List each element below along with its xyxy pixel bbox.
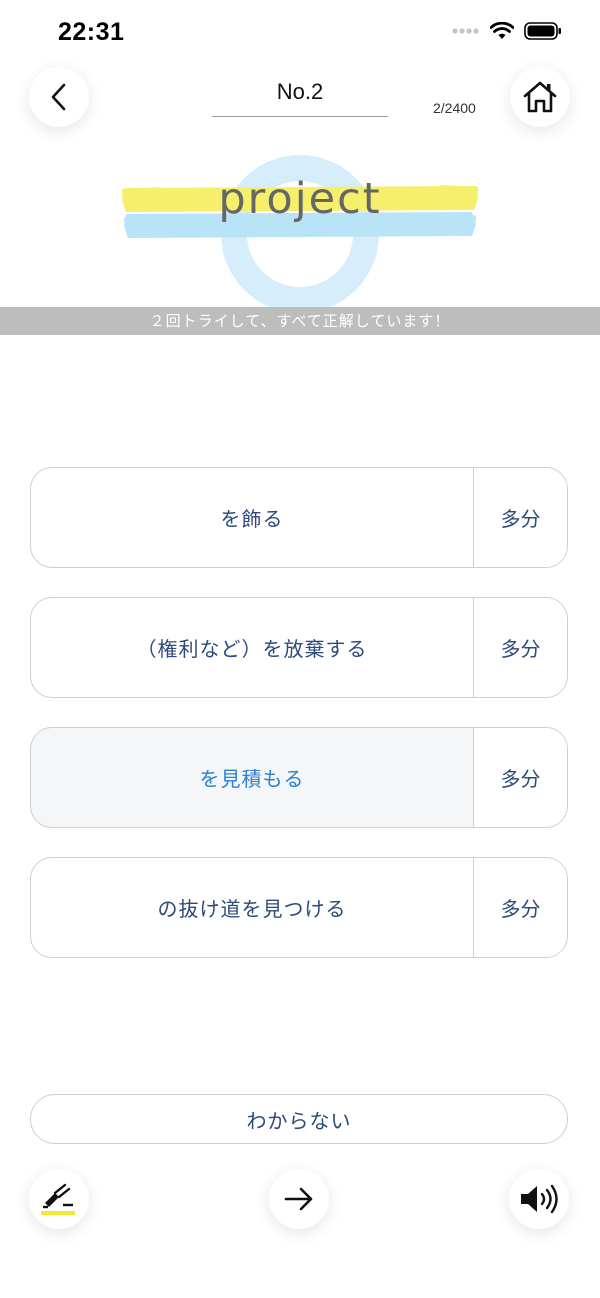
wifi-icon bbox=[490, 22, 514, 39]
choice-option-4: の抜け道を見つける 多分 bbox=[30, 857, 568, 958]
page-title: No.2 bbox=[276, 79, 324, 104]
home-icon bbox=[523, 81, 557, 113]
choice-option-3: を見積もる 多分 bbox=[30, 727, 568, 828]
choice-answer-button[interactable]: （権利など）を放棄する bbox=[31, 598, 473, 697]
choice-answer-button[interactable]: を見積もる bbox=[31, 728, 473, 827]
progress-counter: 2/2400 bbox=[433, 100, 476, 116]
choice-answer-button[interactable]: を飾る bbox=[31, 468, 473, 567]
dont-know-button[interactable]: わからない bbox=[30, 1094, 568, 1144]
arrow-right-icon bbox=[284, 1187, 313, 1211]
result-info-strip: ２回トライして、すべて正解しています！ bbox=[0, 307, 600, 335]
choice-option-2: （権利など）を放棄する 多分 bbox=[30, 597, 568, 698]
status-time: 22:31 bbox=[58, 18, 125, 46]
speaker-icon bbox=[521, 1184, 558, 1214]
question-number-header: No.2 bbox=[212, 72, 388, 117]
battery-icon bbox=[524, 22, 561, 40]
next-button[interactable] bbox=[269, 1169, 329, 1229]
chevron-left-icon bbox=[51, 83, 66, 111]
choice-maybe-button[interactable]: 多分 bbox=[473, 728, 567, 827]
sound-button[interactable] bbox=[509, 1169, 569, 1229]
signal-icon bbox=[452, 28, 479, 34]
choice-answer-button[interactable]: の抜け道を見つける bbox=[31, 858, 473, 957]
status-icons bbox=[452, 22, 562, 40]
marker-button[interactable] bbox=[29, 1169, 89, 1229]
choice-maybe-button[interactable]: 多分 bbox=[473, 468, 567, 567]
choice-maybe-button[interactable]: 多分 bbox=[473, 858, 567, 957]
home-button[interactable] bbox=[510, 67, 570, 127]
highlighter-icon bbox=[41, 1183, 75, 1215]
choice-option-1: を飾る 多分 bbox=[30, 467, 568, 568]
back-button[interactable] bbox=[29, 67, 89, 127]
choice-maybe-button[interactable]: 多分 bbox=[473, 598, 567, 697]
target-word: project bbox=[218, 174, 382, 224]
